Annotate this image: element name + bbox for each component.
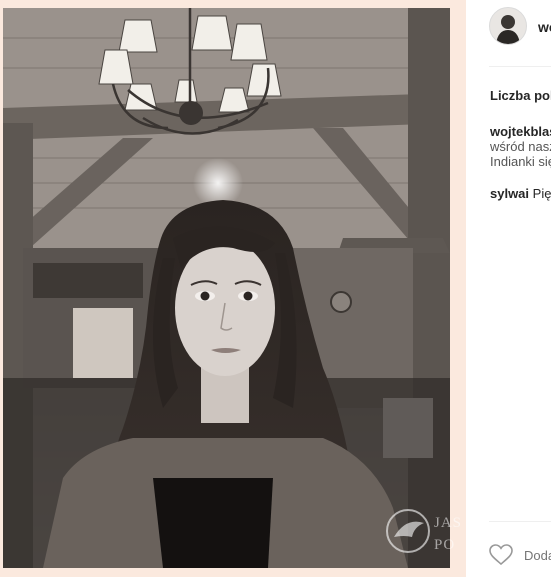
post-username[interactable]: wojtekblaszczyk xyxy=(538,19,551,35)
likes-count[interactable]: Liczba polubień xyxy=(490,88,551,103)
user-avatar[interactable] xyxy=(489,7,527,45)
caption-line-2: Indianki się xyxy=(490,154,551,169)
caption-line-1: wśród naszych xyxy=(490,139,551,154)
caption-username[interactable]: wojtekblaszczyk xyxy=(490,124,551,139)
comment-username[interactable]: sylwai xyxy=(490,186,529,201)
like-heart-icon[interactable] xyxy=(489,544,513,566)
watermark-line-1: JAS xyxy=(434,515,463,531)
add-comment-input[interactable] xyxy=(524,548,551,563)
header-divider xyxy=(489,66,551,67)
actions-divider xyxy=(489,521,551,522)
post-caption: wojtekblaszczyk wśród naszych Indianki s… xyxy=(490,124,551,169)
avatar-image xyxy=(490,8,526,44)
comment-item: sylwai Piękna xyxy=(490,186,551,201)
watermark-text: JAS PO xyxy=(434,512,462,556)
post-photo[interactable] xyxy=(3,8,450,568)
photo-image xyxy=(3,8,450,568)
watermark-bird-logo xyxy=(386,509,430,553)
comment-text: Piękna xyxy=(532,186,551,201)
photo-frame: JAS PO xyxy=(0,0,465,577)
watermark-line-2: PO xyxy=(434,537,456,553)
post-side-panel: wojtekblaszczyk Liczba polubień wojtekbl… xyxy=(466,0,551,577)
